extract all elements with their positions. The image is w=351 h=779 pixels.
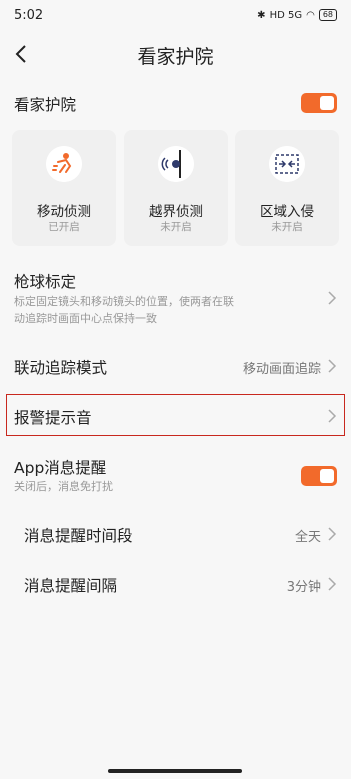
tracking-mode-row[interactable]: 联动追踪模式 移动画面追踪 [0, 352, 351, 380]
gun-calibration-row[interactable]: 枪球标定 标定固定镜头和移动镜头的位置，使两者在联 动追踪时画面中心点保持一致 [0, 268, 351, 330]
guard-toggle[interactable] [301, 93, 337, 113]
card-status: 未开启 [160, 221, 192, 233]
bluetooth-icon: ✱ [257, 9, 266, 21]
nav-bar: 看家护院 [0, 34, 351, 74]
app-notify-toggle[interactable] [301, 466, 337, 486]
notify-interval-value: 3分钟 [286, 580, 321, 595]
motion-icon [46, 146, 82, 182]
card-status: 未开启 [271, 221, 303, 233]
detection-cards: 移动侦测 已开启 越界侦测 未开启 区域入侵 未开启 [12, 130, 339, 246]
app-notify-row: App消息提醒 关闭后，消息免打扰 [0, 454, 351, 498]
notify-period-row[interactable]: 消息提醒时间段 全天 [0, 520, 351, 548]
alarm-sound-label: 报警提示音 [14, 409, 92, 427]
alarm-sound-row[interactable]: 报警提示音 [0, 402, 351, 430]
notify-period-label: 消息提醒时间段 [24, 527, 133, 545]
tracking-mode-value: 移动画面追踪 [242, 362, 321, 377]
line-crossing-icon [158, 146, 194, 182]
status-time: 5:02 [14, 8, 44, 23]
status-icons: ✱ HD 5G ◠ 68 [257, 9, 337, 21]
notify-interval-row[interactable]: 消息提醒间隔 3分钟 [0, 570, 351, 598]
gun-calibration-desc-2: 动追踪时画面中心点保持一致 [14, 312, 157, 325]
card-title: 越界侦测 [149, 204, 203, 220]
chevron-right-icon [328, 291, 337, 305]
card-motion-detection[interactable]: 移动侦测 已开启 [12, 130, 116, 246]
page-title: 看家护院 [137, 46, 214, 68]
guard-row: 看家护院 [0, 90, 351, 116]
chevron-right-icon [328, 527, 337, 541]
home-indicator[interactable] [108, 769, 242, 773]
card-title: 区域入侵 [260, 204, 314, 220]
guard-label: 看家护院 [14, 96, 77, 114]
signal-icon: HD 5G [269, 9, 303, 21]
wifi-icon: ◠ [306, 9, 315, 21]
notify-period-value: 全天 [294, 530, 321, 545]
chevron-right-icon [328, 577, 337, 591]
chevron-right-icon [328, 409, 337, 423]
notify-interval-label: 消息提醒间隔 [24, 577, 118, 595]
app-notify-desc: 关闭后，消息免打扰 [14, 480, 113, 493]
status-bar: 5:02 ✱ HD 5G ◠ 68 [0, 0, 351, 34]
intrusion-icon [269, 146, 305, 182]
tracking-mode-label: 联动追踪模式 [14, 359, 108, 377]
card-title: 移动侦测 [37, 204, 91, 220]
card-line-crossing[interactable]: 越界侦测 未开启 [124, 130, 228, 246]
gun-calibration-label: 枪球标定 [14, 273, 77, 291]
app-notify-label: App消息提醒 [14, 459, 107, 477]
gun-calibration-desc-1: 标定固定镜头和移动镜头的位置，使两者在联 [14, 295, 234, 308]
chevron-right-icon [328, 359, 337, 373]
battery-icon: 68 [318, 9, 337, 21]
card-area-intrusion[interactable]: 区域入侵 未开启 [235, 130, 339, 246]
card-status: 已开启 [48, 221, 80, 233]
